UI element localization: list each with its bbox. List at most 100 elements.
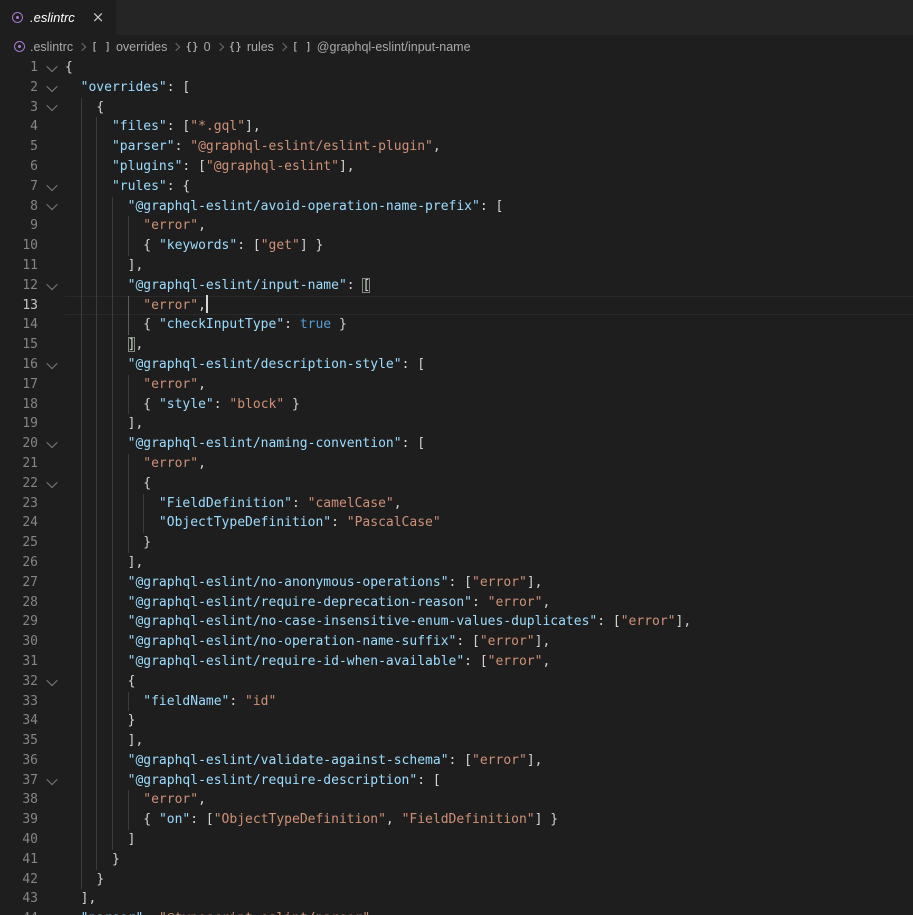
code-line[interactable]: 44 "parser": "@typescript-eslint/parser" (0, 909, 913, 915)
line-number[interactable]: 24 (0, 513, 38, 533)
code-text[interactable]: "rules": { (65, 177, 913, 197)
line-number[interactable]: 43 (0, 889, 38, 909)
line-number[interactable]: 29 (0, 612, 38, 632)
fold-chevron-icon[interactable] (46, 199, 57, 210)
code-text[interactable]: { (65, 58, 913, 78)
code-line[interactable]: 25 } (0, 533, 913, 553)
line-number[interactable]: 27 (0, 573, 38, 593)
code-line[interactable]: 29 "@graphql-eslint/no-case-insensitive-… (0, 612, 913, 632)
code-text[interactable]: "@graphql-eslint/description-style": [ (65, 355, 913, 375)
line-number[interactable]: 25 (0, 533, 38, 553)
code-text[interactable]: } (65, 870, 913, 890)
fold-chevron-icon[interactable] (46, 61, 57, 72)
line-number[interactable]: 26 (0, 553, 38, 573)
line-number[interactable]: 41 (0, 850, 38, 870)
code-text[interactable]: ], (65, 414, 913, 434)
fold-chevron-icon[interactable] (46, 81, 57, 92)
line-number[interactable]: 44 (0, 909, 38, 915)
close-icon[interactable]: × (92, 10, 105, 25)
code-line[interactable]: 41 } (0, 850, 913, 870)
code-line[interactable]: 11 ], (0, 256, 913, 276)
code-text[interactable]: "@graphql-eslint/no-operation-name-suffi… (65, 632, 913, 652)
code-text[interactable]: "fieldName": "id" (65, 692, 913, 712)
code-line[interactable]: 43 ], (0, 889, 913, 909)
code-text[interactable]: "parser": "@graphql-eslint/eslint-plugin… (65, 137, 913, 157)
code-text[interactable]: "error", (65, 216, 913, 236)
line-number[interactable]: 23 (0, 494, 38, 514)
code-line[interactable]: 39 { "on": ["ObjectTypeDefinition", "Fie… (0, 810, 913, 830)
breadcrumb-item[interactable]: [ ]@graphql-eslint/input-name (292, 40, 471, 54)
code-text[interactable]: ], (65, 256, 913, 276)
line-number[interactable]: 7 (0, 177, 38, 197)
code-text[interactable]: "parser": "@typescript-eslint/parser" (65, 909, 913, 915)
line-number[interactable]: 21 (0, 454, 38, 474)
code-line[interactable]: 40 ] (0, 830, 913, 850)
code-text[interactable]: ], (65, 553, 913, 573)
code-text[interactable]: "@graphql-eslint/require-description": [ (65, 771, 913, 791)
line-number[interactable]: 8 (0, 197, 38, 217)
code-line[interactable]: 32 { (0, 672, 913, 692)
line-number[interactable]: 11 (0, 256, 38, 276)
breadcrumb-item[interactable]: .eslintrc (14, 40, 73, 54)
code-line[interactable]: 4 "files": ["*.gql"], (0, 117, 913, 137)
line-number[interactable]: 39 (0, 810, 38, 830)
code-line[interactable]: 9 "error", (0, 216, 913, 236)
line-number[interactable]: 30 (0, 632, 38, 652)
line-number[interactable]: 15 (0, 335, 38, 355)
code-text[interactable]: "error", (65, 790, 913, 810)
code-line[interactable]: 12 "@graphql-eslint/input-name": [ (0, 276, 913, 296)
line-number[interactable]: 5 (0, 137, 38, 157)
code-text[interactable]: { (65, 98, 913, 118)
code-line[interactable]: 14 { "checkInputType": true } (0, 315, 913, 335)
code-line[interactable]: 15 ], (0, 335, 913, 355)
line-number[interactable]: 16 (0, 355, 38, 375)
line-number[interactable]: 1 (0, 58, 38, 78)
line-number[interactable]: 12 (0, 276, 38, 296)
code-line[interactable]: 21 "error", (0, 454, 913, 474)
fold-chevron-icon[interactable] (46, 774, 57, 785)
code-line[interactable]: 18 { "style": "block" } (0, 395, 913, 415)
code-text[interactable]: } (65, 711, 913, 731)
breadcrumb-item[interactable]: [ ]overrides (91, 40, 167, 54)
code-line[interactable]: 1{ (0, 58, 913, 78)
fold-chevron-icon[interactable] (46, 477, 57, 488)
code-text[interactable]: { (65, 672, 913, 692)
code-line[interactable]: 6 "plugins": ["@graphql-eslint"], (0, 157, 913, 177)
fold-chevron-icon[interactable] (46, 437, 57, 448)
code-line[interactable]: 34 } (0, 711, 913, 731)
line-number[interactable]: 36 (0, 751, 38, 771)
code-line[interactable]: 37 "@graphql-eslint/require-description"… (0, 771, 913, 791)
code-line[interactable]: 19 ], (0, 414, 913, 434)
code-text[interactable]: "overrides": [ (65, 78, 913, 98)
line-number[interactable]: 20 (0, 434, 38, 454)
code-text[interactable]: "@graphql-eslint/validate-against-schema… (65, 751, 913, 771)
code-text[interactable]: "ObjectTypeDefinition": "PascalCase" (65, 513, 913, 533)
code-line[interactable]: 16 "@graphql-eslint/description-style": … (0, 355, 913, 375)
code-line[interactable]: 38 "error", (0, 790, 913, 810)
code-line[interactable]: 5 "parser": "@graphql-eslint/eslint-plug… (0, 137, 913, 157)
line-number[interactable]: 34 (0, 711, 38, 731)
code-text[interactable]: "@graphql-eslint/require-deprecation-rea… (65, 593, 913, 613)
code-text[interactable]: "@graphql-eslint/input-name": [ (65, 276, 913, 296)
code-line[interactable]: 28 "@graphql-eslint/require-deprecation-… (0, 593, 913, 613)
breadcrumb-item[interactable]: {}rules (229, 40, 274, 54)
code-text[interactable]: { "on": ["ObjectTypeDefinition", "FieldD… (65, 810, 913, 830)
code-text[interactable]: ], (65, 731, 913, 751)
code-text[interactable]: } (65, 850, 913, 870)
line-number[interactable]: 35 (0, 731, 38, 751)
code-text[interactable]: "@graphql-eslint/no-case-insensitive-enu… (65, 612, 913, 632)
code-line[interactable]: 36 "@graphql-eslint/validate-against-sch… (0, 751, 913, 771)
code-text[interactable]: "error", (65, 296, 913, 316)
code-line[interactable]: 10 { "keywords": ["get"] } (0, 236, 913, 256)
code-line[interactable]: 24 "ObjectTypeDefinition": "PascalCase" (0, 513, 913, 533)
code-text[interactable]: "FieldDefinition": "camelCase", (65, 494, 913, 514)
line-number[interactable]: 42 (0, 870, 38, 890)
code-editor[interactable]: 1{2 "overrides": [3 {4 "files": ["*.gql"… (0, 58, 913, 915)
code-line[interactable]: 23 "FieldDefinition": "camelCase", (0, 494, 913, 514)
line-number[interactable]: 38 (0, 790, 38, 810)
line-number[interactable]: 31 (0, 652, 38, 672)
fold-chevron-icon[interactable] (46, 358, 57, 369)
code-line[interactable]: 13 "error", (0, 296, 913, 316)
fold-chevron-icon[interactable] (46, 180, 57, 191)
code-line[interactable]: 42 } (0, 870, 913, 890)
